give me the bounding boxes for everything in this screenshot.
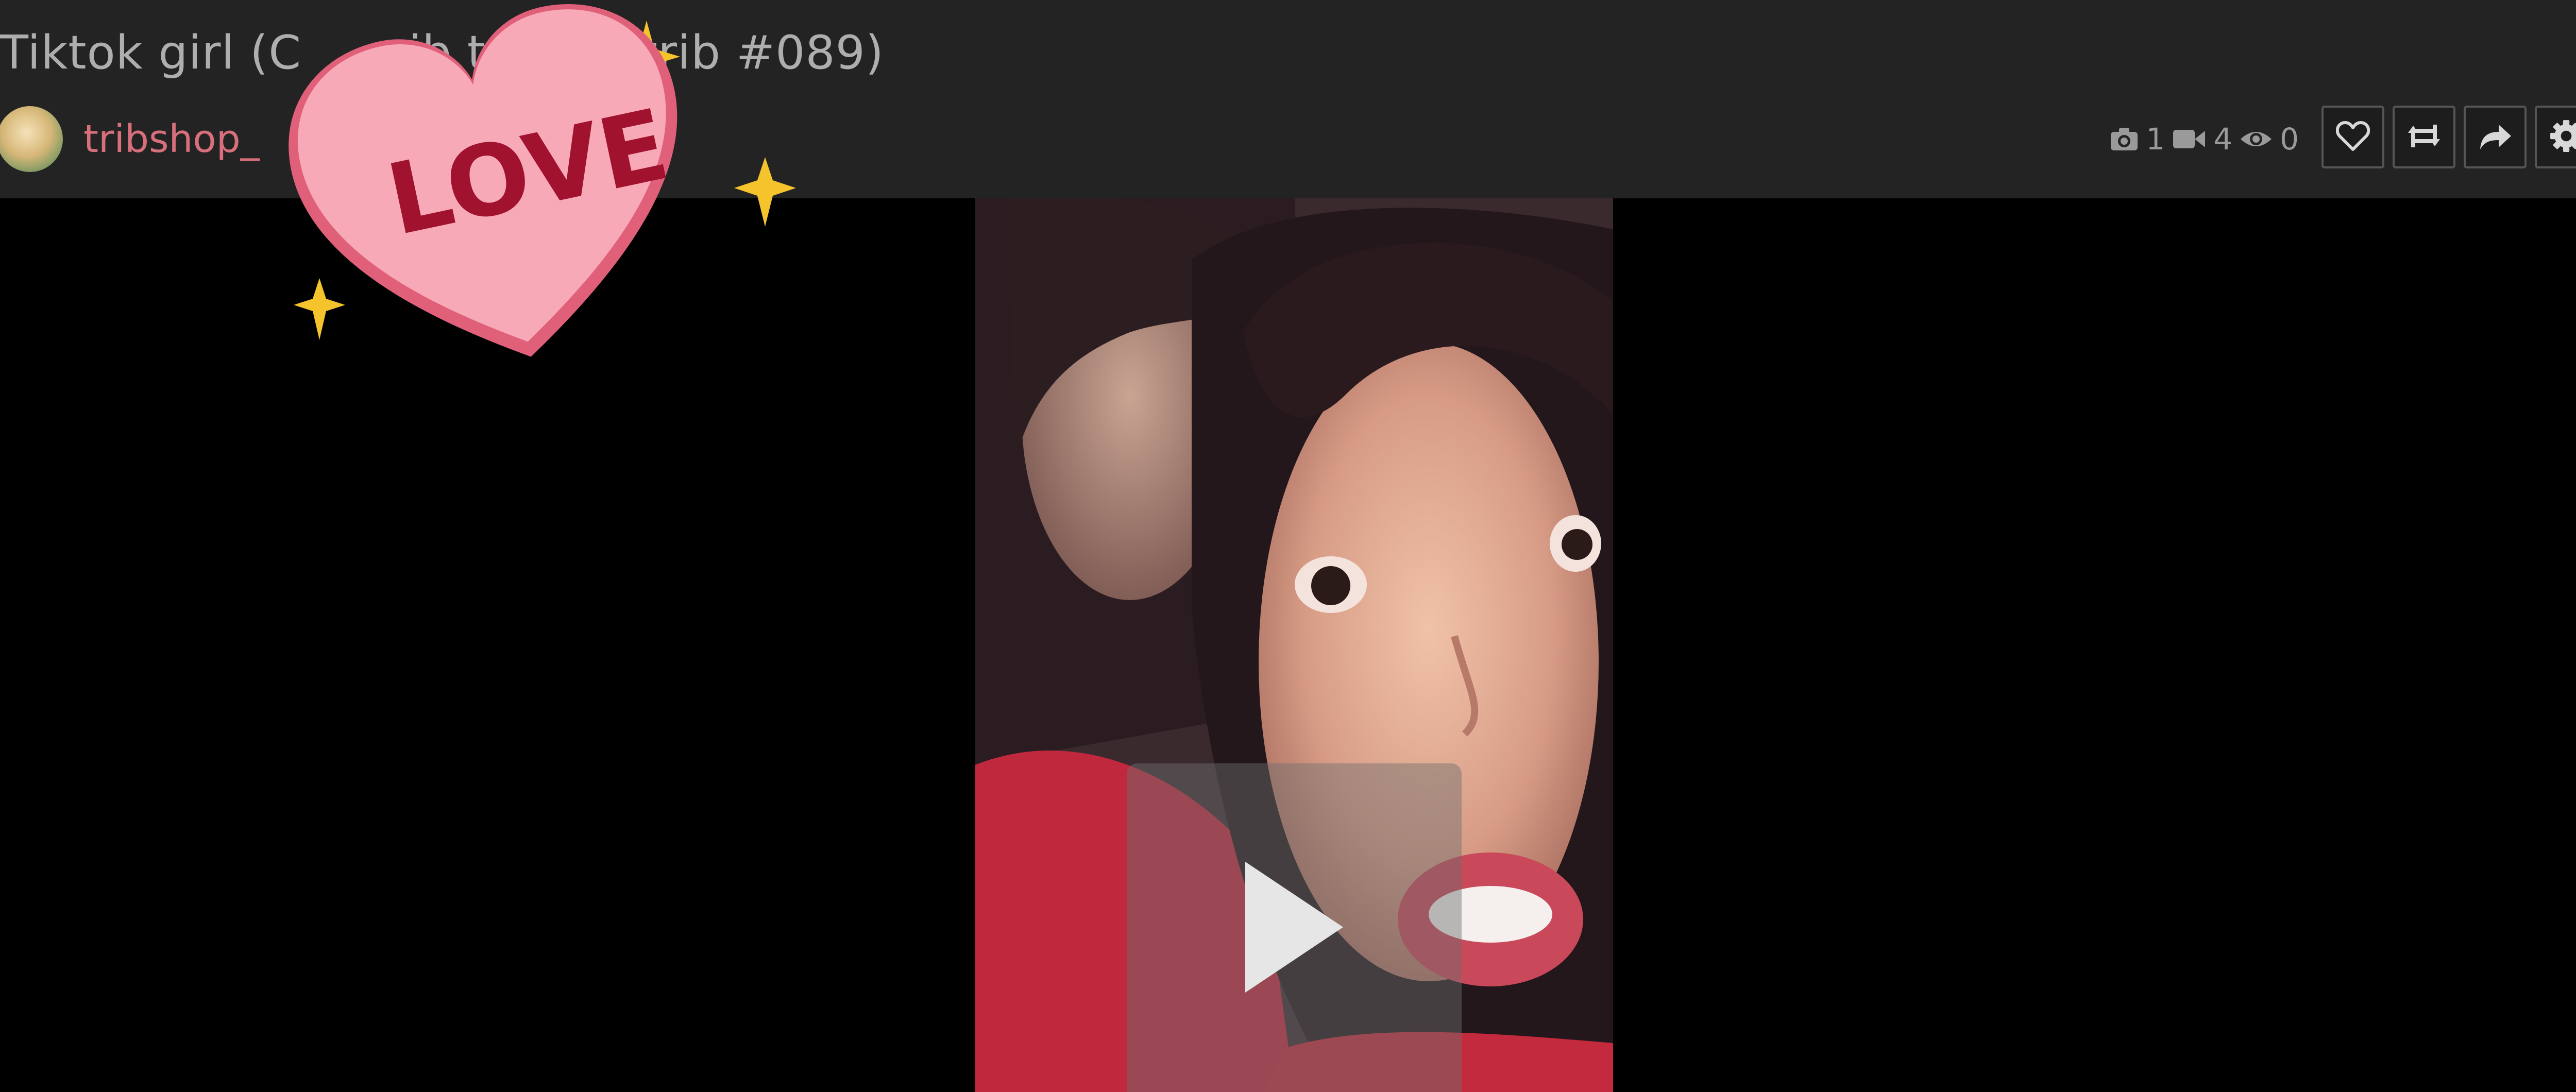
heart-icon — [2335, 121, 2370, 153]
share-button[interactable] — [2464, 106, 2527, 168]
love-heart-sticker: LOVE — [278, 0, 809, 371]
camera-icon — [2110, 127, 2139, 151]
video-camera-icon — [2172, 128, 2206, 150]
avatar[interactable] — [0, 106, 63, 172]
video-count: 4 — [2213, 122, 2233, 157]
sparkle-icon — [734, 157, 796, 227]
play-button[interactable] — [1127, 763, 1462, 1092]
repost-icon — [2406, 121, 2442, 153]
repost-button[interactable] — [2393, 106, 2455, 168]
author-row[interactable]: tribshop_ — [0, 100, 260, 178]
post-title-start: Tiktok girl (C — [0, 26, 302, 80]
share-icon — [2478, 122, 2512, 152]
photo-count: 1 — [2146, 122, 2165, 157]
view-count: 0 — [2280, 122, 2299, 157]
sparkle-icon — [294, 278, 345, 340]
play-icon — [1240, 858, 1348, 999]
page: Tiktok girl (Crib terktrib #089) tribsho… — [0, 0, 2576, 1092]
eye-icon — [2240, 128, 2273, 150]
gear-icon — [2549, 119, 2576, 155]
settings-button[interactable] — [2535, 106, 2576, 168]
action-buttons — [2321, 106, 2576, 168]
like-button[interactable] — [2321, 106, 2384, 168]
post-stats: 1 4 0 — [2110, 116, 2299, 162]
author-name[interactable]: tribshop_ — [83, 117, 260, 161]
